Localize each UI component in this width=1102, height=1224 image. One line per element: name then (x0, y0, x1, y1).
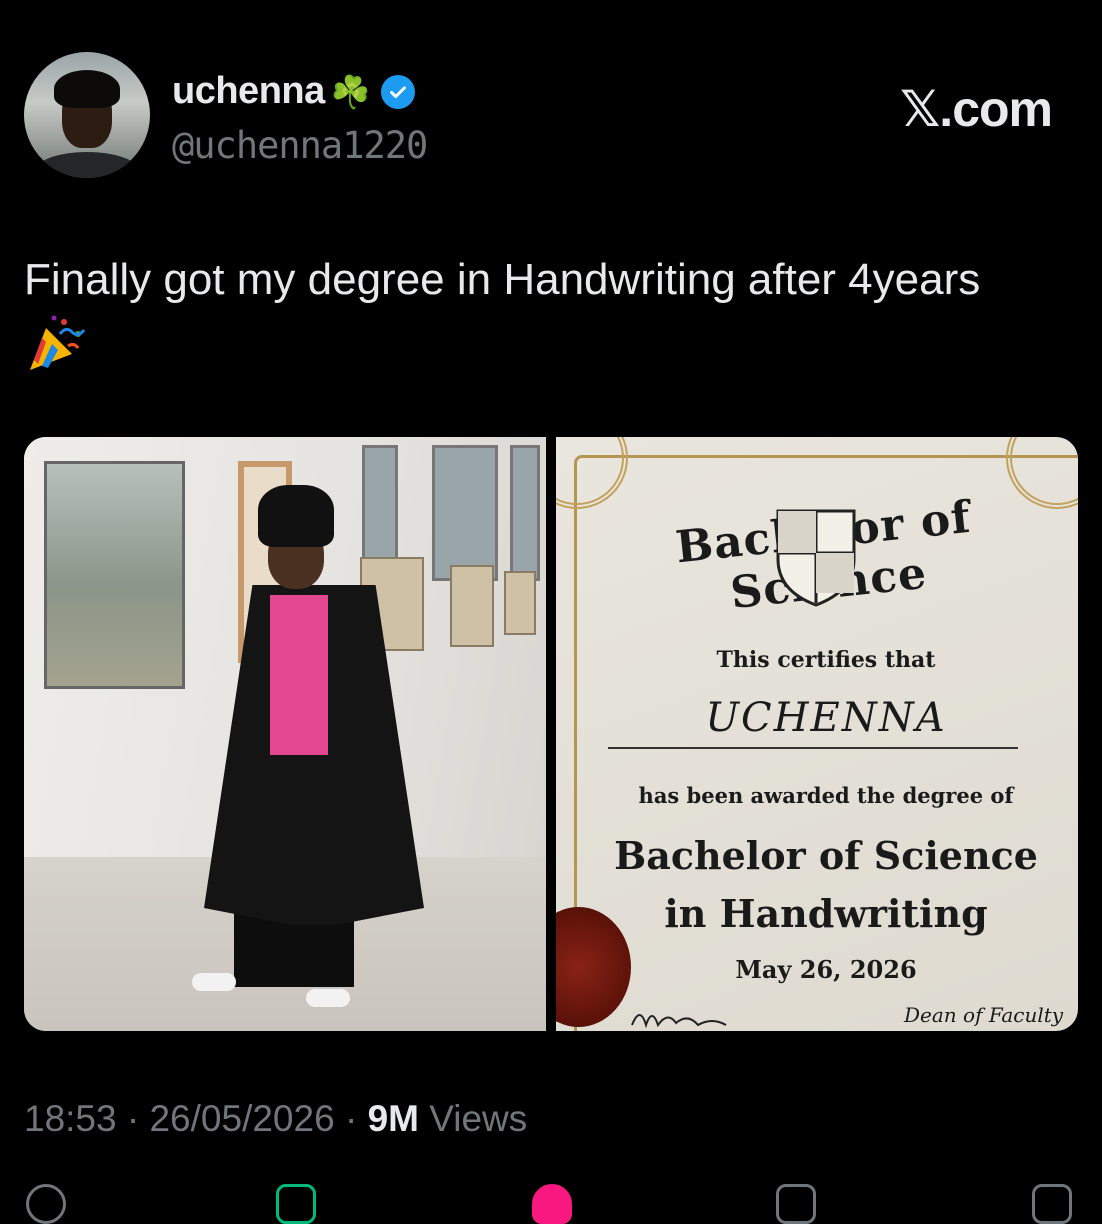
party-popper-emoji (24, 314, 86, 374)
bookmark-icon (776, 1184, 816, 1224)
share-button[interactable] (1032, 1184, 1072, 1224)
views-label[interactable]: Views (429, 1098, 527, 1139)
share-icon (1032, 1184, 1072, 1224)
avatar-shirt (34, 152, 140, 178)
avatar[interactable] (24, 52, 150, 178)
x-brand-logo: 𝕏.com (900, 81, 1053, 137)
dean-signature: Dean of Faculty (904, 1003, 1064, 1027)
heart-icon (532, 1184, 572, 1224)
right-shoe (306, 989, 350, 1007)
certificate-degree: Bachelor of Science (614, 833, 1038, 878)
tweet-actions (0, 1180, 1102, 1224)
author-name-row[interactable]: uchenna ☘️ (172, 70, 415, 113)
hallway-window (510, 445, 540, 581)
tweet-text: Finally got my degree in Handwriting aft… (24, 255, 981, 304)
avatar-hair (54, 70, 120, 108)
hallway-window (432, 445, 498, 581)
reply-button[interactable] (26, 1184, 66, 1224)
views-count[interactable]: 9M (368, 1098, 419, 1139)
certificate-recipient: UCHENNA (705, 695, 947, 741)
tweet-time[interactable]: 18:53 (24, 1098, 117, 1139)
verified-badge-icon[interactable] (380, 74, 415, 109)
certificate-awarded: has been awarded the degree of (638, 783, 1014, 808)
wall-poster (504, 571, 536, 635)
certificate-field: in Handwriting (664, 891, 988, 936)
beanie-hat (258, 485, 334, 547)
wall-painting (44, 461, 185, 689)
graduation-photo[interactable] (24, 437, 546, 1031)
like-button[interactable] (532, 1184, 572, 1224)
certificate-photo[interactable]: Bachelor of Science This certifies that … (556, 437, 1078, 1031)
user-handle[interactable]: @uchenna1220 (172, 124, 428, 167)
tweet-media[interactable]: Bachelor of Science This certifies that … (24, 437, 1078, 1031)
signature-left (630, 1003, 750, 1031)
certificate-certifies: This certifies that (716, 647, 936, 673)
tweet-date[interactable]: 26/05/2026 (149, 1098, 334, 1139)
tweet-meta: 18:53 · 26/05/2026 · 9M Views (24, 1098, 527, 1140)
certificate-date: May 26, 2026 (735, 955, 917, 984)
wall-poster (450, 565, 494, 647)
bookmark-button[interactable] (776, 1184, 816, 1224)
meta-separator: · (126, 1098, 150, 1139)
display-name[interactable]: uchenna (172, 70, 325, 113)
repost-button[interactable] (276, 1184, 316, 1224)
reply-icon (26, 1184, 66, 1224)
shamrock-emoji: ☘️ (330, 73, 371, 110)
name-underline (608, 747, 1018, 749)
left-shoe (192, 973, 236, 991)
pink-shirt (270, 595, 328, 755)
crest-shield-icon (774, 507, 858, 607)
repost-icon (276, 1184, 316, 1224)
meta-separator: · (344, 1098, 368, 1139)
